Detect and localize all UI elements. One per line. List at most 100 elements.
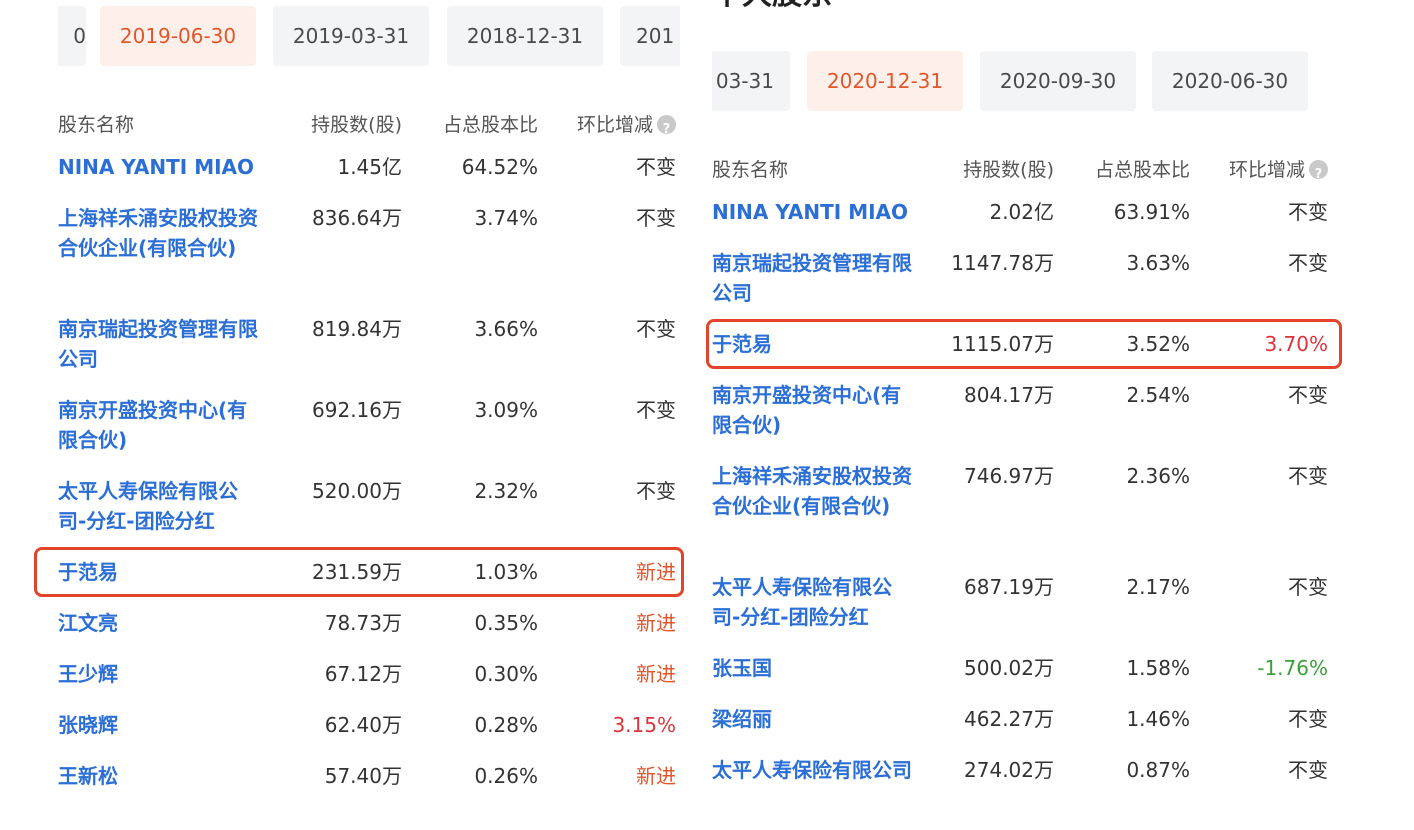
change-value: 不变 [1288, 200, 1328, 224]
change-value: 3.70% [1264, 332, 1328, 356]
header-shares: 持股数(股) [963, 159, 1054, 181]
shareholder-name-link[interactable]: 太平人寿保险有限公司 [712, 755, 912, 785]
share-ratio: 3.63% [1126, 251, 1190, 275]
share-count: 1115.07万 [951, 332, 1054, 356]
share-count: 231.59万 [312, 560, 402, 584]
header-name: 股东名称 [58, 114, 135, 136]
share-ratio: 2.32% [474, 479, 538, 503]
share-ratio: 0.30% [474, 662, 538, 686]
share-ratio: 0.35% [474, 611, 538, 635]
shareholder-name-link[interactable]: 于范易 [58, 557, 263, 587]
header-change-label: 环比增减 [1228, 159, 1305, 181]
date-tab-active[interactable]: 2020-12-31 [807, 51, 963, 111]
shareholder-name-link[interactable]: 南京瑞起投资管理有限公司 [58, 314, 263, 374]
shareholder-panel-left: 0 2019-06-30 2019-03-31 2018-12-31 201 股… [34, 0, 684, 830]
change-value: 不变 [1288, 464, 1328, 488]
shareholder-name-link[interactable]: 南京瑞起投资管理有限公司 [712, 248, 912, 308]
change-value: 新进 [636, 764, 676, 788]
shareholder-name-link[interactable]: 太平人寿保险有限公司-分红-团险分红 [712, 572, 912, 632]
share-ratio: 64.52% [461, 155, 538, 179]
change-value: 不变 [636, 317, 676, 341]
change-value: 不变 [1288, 575, 1328, 599]
share-count: 78.73万 [324, 611, 402, 635]
share-ratio: 2.54% [1126, 383, 1190, 407]
change-value: 不变 [636, 206, 676, 230]
header-shares: 持股数(股) [311, 114, 402, 136]
share-count: 67.12万 [324, 662, 402, 686]
share-ratio: 3.74% [474, 206, 538, 230]
help-icon[interactable]: ? [657, 115, 676, 137]
share-count: 62.40万 [324, 713, 402, 737]
date-tabs: 0 2019-06-30 2019-03-31 2018-12-31 201 [58, 6, 680, 66]
share-ratio: 0.87% [1126, 758, 1190, 782]
shareholder-name-link[interactable]: 梁绍丽 [712, 704, 912, 734]
share-count: 746.97万 [964, 464, 1054, 488]
share-count: 804.17万 [964, 383, 1054, 407]
date-tab[interactable]: 2018-12-31 [447, 6, 603, 66]
share-count: 462.27万 [964, 707, 1054, 731]
share-count: 57.40万 [324, 764, 402, 788]
header-ratio: 占总股本比 [1094, 159, 1190, 181]
shareholder-name-link[interactable]: NINA YANTI MIAO [712, 197, 912, 227]
share-ratio: 63.91% [1113, 200, 1190, 224]
share-count: 2.02亿 [989, 200, 1054, 224]
share-count: 520.00万 [312, 479, 402, 503]
shareholder-name-link[interactable]: 南京开盛投资中心(有限合伙) [712, 380, 912, 440]
table-header: 股东名称 持股数(股) 占总股本比 环比增减? [712, 155, 1342, 185]
change-value: 不变 [636, 479, 676, 503]
date-tab-active[interactable]: 2019-06-30 [100, 6, 256, 66]
shareholder-name-link[interactable]: 王新松 [58, 761, 263, 791]
change-value: 不变 [636, 155, 676, 179]
share-ratio: 3.66% [474, 317, 538, 341]
date-tab[interactable]: 2019-03-31 [273, 6, 429, 66]
date-tabs: 03-31 2020-12-31 2020-09-30 2020-06-30 [712, 51, 1342, 111]
header-change: 环比增减? [577, 110, 676, 140]
shareholder-name-link[interactable]: 于范易 [712, 329, 912, 359]
share-ratio: 3.09% [474, 398, 538, 422]
share-count: 692.16万 [312, 398, 402, 422]
change-value: -1.76% [1257, 656, 1328, 680]
change-value: 不变 [1288, 758, 1328, 782]
shareholder-name-link[interactable]: 张玉国 [712, 653, 912, 683]
change-value: 新进 [636, 611, 676, 635]
share-ratio: 1.46% [1126, 707, 1190, 731]
section-title: 十大股东 [712, 0, 832, 10]
change-value: 不变 [636, 398, 676, 422]
share-count: 836.64万 [312, 206, 402, 230]
share-ratio: 2.17% [1126, 575, 1190, 599]
header-change-label: 环比增减 [576, 114, 653, 136]
share-ratio: 1.58% [1126, 656, 1190, 680]
header-change: 环比增减? [1229, 155, 1328, 185]
table-header: 股东名称 持股数(股) 占总股本比 环比增减? [58, 110, 680, 140]
date-tab[interactable]: 03-31 [712, 51, 790, 111]
shareholder-name-link[interactable]: 南京开盛投资中心(有限合伙) [58, 395, 263, 455]
shareholder-name-link[interactable]: 太平人寿保险有限公司-分红-团险分红 [58, 476, 263, 536]
shareholder-name-link[interactable]: 上海祥禾涌安股权投资合伙企业(有限合伙) [712, 461, 912, 521]
share-ratio: 0.26% [474, 764, 538, 788]
change-value: 新进 [636, 662, 676, 686]
shareholder-name-link[interactable]: 张晓辉 [58, 710, 263, 740]
header-ratio: 占总股本比 [442, 114, 538, 136]
share-count: 274.02万 [964, 758, 1054, 782]
shareholder-name-link[interactable]: 上海祥禾涌安股权投资合伙企业(有限合伙) [58, 203, 263, 263]
shareholder-name-link[interactable]: NINA YANTI MIAO [58, 152, 263, 182]
change-value: 新进 [636, 560, 676, 584]
change-value: 不变 [1288, 251, 1328, 275]
shareholder-panel-right: 十大股东 03-31 2020-12-31 2020-09-30 2020-06… [706, 0, 1342, 830]
shareholder-name-link[interactable]: 江文亮 [58, 608, 263, 638]
date-tab[interactable]: 201 [620, 6, 680, 66]
share-count: 687.19万 [964, 575, 1054, 599]
share-count: 1147.78万 [951, 251, 1054, 275]
help-icon[interactable]: ? [1309, 160, 1328, 182]
change-value: 不变 [1288, 707, 1328, 731]
date-tab[interactable]: 0 [58, 6, 86, 66]
share-count: 500.02万 [964, 656, 1054, 680]
date-tab[interactable]: 2020-09-30 [980, 51, 1136, 111]
change-value: 不变 [1288, 383, 1328, 407]
share-count: 819.84万 [312, 317, 402, 341]
date-tab[interactable]: 2020-06-30 [1152, 51, 1308, 111]
share-ratio: 1.03% [474, 560, 538, 584]
shareholder-name-link[interactable]: 王少辉 [58, 659, 263, 689]
change-value: 3.15% [612, 713, 676, 737]
header-name: 股东名称 [712, 159, 789, 181]
